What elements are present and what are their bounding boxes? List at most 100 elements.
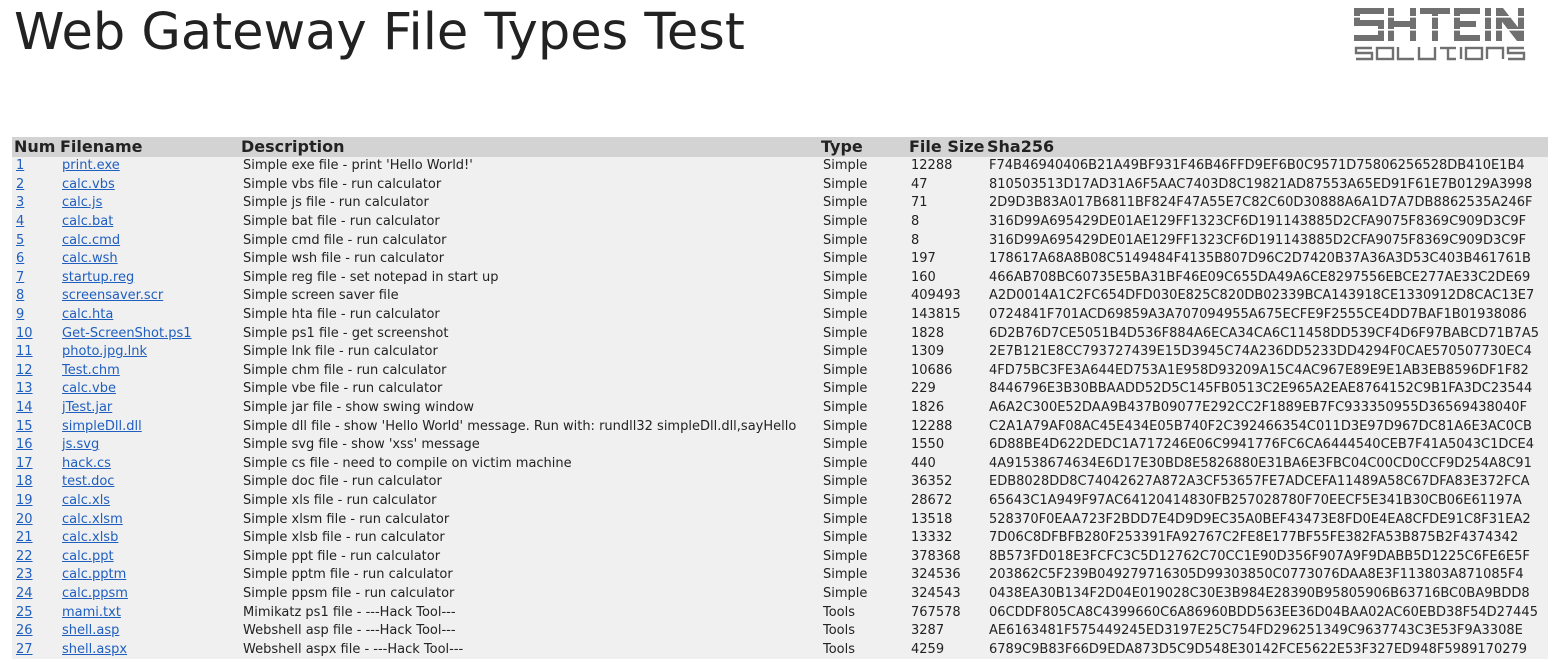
row-num-link[interactable]: 3 <box>16 195 24 210</box>
file-sha256: AE6163481F575449245ED3197E25C754FD296251… <box>989 623 1523 639</box>
table-row: 15 simpleDll.dll Simple dll file - show 'H… <box>12 417 1548 436</box>
table-row: 4 calc.bat Simple bat file - run calculato… <box>12 212 1548 232</box>
file-download-link[interactable]: startup.reg <box>62 270 134 285</box>
row-num-link[interactable]: 10 <box>16 326 33 341</box>
cell-num: 14 <box>12 399 58 418</box>
cell-description: Simple vbs file - run calculator <box>239 176 819 195</box>
file-sha256: EDB8028DD8C74042627A872A3CF53657FE7ADCEF… <box>989 474 1530 490</box>
file-download-link[interactable]: calc.vbs <box>62 177 115 192</box>
cell-sha: A6A2C300E52DAA9B437B09077E292CC2F1889EB7… <box>985 399 1548 418</box>
table-row: 17 hack.cs Simple cs file - need to compil… <box>12 454 1548 474</box>
file-download-link[interactable]: calc.cmd <box>62 233 120 248</box>
file-download-link[interactable]: calc.js <box>62 195 102 210</box>
cell-type: Simple <box>819 399 907 418</box>
file-size: 1828 <box>911 325 945 341</box>
cell-type: Simple <box>819 287 907 306</box>
row-num-link[interactable]: 8 <box>16 288 24 303</box>
file-download-link[interactable]: Test.chm <box>62 363 120 378</box>
cell-size: 229 <box>907 380 985 399</box>
row-num-link[interactable]: 7 <box>16 270 24 285</box>
column-header-type: Type <box>821 137 863 156</box>
file-type: Simple <box>823 214 868 230</box>
row-num-link[interactable]: 15 <box>16 419 33 434</box>
file-download-link[interactable]: jTest.jar <box>62 400 112 415</box>
row-num-link[interactable]: 26 <box>16 623 33 638</box>
file-type: Simple <box>823 381 868 397</box>
file-description: Simple xls file - run calculator <box>243 492 437 508</box>
file-download-link[interactable]: calc.xlsb <box>62 530 118 545</box>
cell-type: Simple <box>819 380 907 399</box>
file-download-link[interactable]: photo.jpg.lnk <box>62 344 147 359</box>
row-num-link[interactable]: 25 <box>16 605 33 620</box>
row-num-link[interactable]: 18 <box>16 474 33 489</box>
file-download-link[interactable]: test.doc <box>62 474 114 489</box>
row-num-link[interactable]: 23 <box>16 567 33 582</box>
file-download-link[interactable]: calc.pptm <box>62 567 126 582</box>
file-size: 229 <box>911 381 936 397</box>
file-download-link[interactable]: hack.cs <box>62 456 111 471</box>
row-num-link[interactable]: 1 <box>16 158 24 173</box>
cell-num: 15 <box>12 417 58 436</box>
shtein-logo-image <box>1352 8 1548 61</box>
row-num-link[interactable]: 17 <box>16 456 33 471</box>
row-num-link[interactable]: 16 <box>16 437 33 452</box>
cell-description: Simple doc file - run calculator <box>239 473 819 492</box>
file-size: 160 <box>911 269 936 285</box>
file-download-link[interactable]: Get-ScreenShot.ps1 <box>62 326 192 341</box>
row-num-link[interactable]: 21 <box>16 530 33 545</box>
file-type: Simple <box>823 362 868 378</box>
file-size: 8 <box>911 214 920 230</box>
row-num-link[interactable]: 9 <box>16 307 24 322</box>
cell-type: Simple <box>819 194 907 213</box>
file-download-link[interactable]: calc.wsh <box>62 251 118 266</box>
file-download-link[interactable]: screensaver.scr <box>62 288 163 303</box>
cell-description: Simple vbe file - run calculator <box>239 380 819 399</box>
row-num-link[interactable]: 27 <box>16 642 33 657</box>
cell-filename: photo.jpg.lnk <box>58 343 239 362</box>
row-num-link[interactable]: 12 <box>16 363 33 378</box>
row-num-link[interactable]: 4 <box>16 214 24 229</box>
table-row: 20 calc.xlsm Simple xlsm file - run calcul… <box>12 510 1548 529</box>
file-download-link[interactable]: mami.txt <box>62 605 121 620</box>
file-size: 324536 <box>911 567 961 583</box>
cell-type: Simple <box>819 213 907 232</box>
file-sha256: 2E7B121E8CC793727439E15D3945C74A236DD523… <box>989 344 1532 360</box>
row-num-link[interactable]: 20 <box>16 512 33 527</box>
file-download-link[interactable]: calc.hta <box>62 307 113 322</box>
row-num-link[interactable]: 19 <box>16 493 33 508</box>
row-num-link[interactable]: 5 <box>16 233 24 248</box>
file-size: 767578 <box>911 604 961 620</box>
cell-description: Mimikatz ps1 file - ---Hack Tool--- <box>239 603 819 622</box>
file-download-link[interactable]: js.svg <box>62 437 99 452</box>
row-num-link[interactable]: 2 <box>16 177 24 192</box>
row-num-link[interactable]: 11 <box>16 344 33 359</box>
cell-sha: 8446796E3B30BBAADD52D5C145FB0513C2E965A2… <box>985 380 1548 399</box>
cell-sha: 6D88BE4D622DEDC1A717246E06C9941776FC6CA6… <box>985 436 1548 455</box>
file-download-link[interactable]: calc.xls <box>62 493 110 508</box>
file-download-link[interactable]: calc.bat <box>62 214 113 229</box>
file-download-link[interactable]: calc.vbe <box>62 381 116 396</box>
file-download-link[interactable]: calc.ppsm <box>62 586 128 601</box>
file-type: Simple <box>823 325 868 341</box>
row-num-link[interactable]: 24 <box>16 586 33 601</box>
cell-num: 21 <box>12 529 58 548</box>
cell-size: 4259 <box>907 640 985 659</box>
file-download-link[interactable]: shell.aspx <box>62 642 127 657</box>
file-download-link[interactable]: calc.ppt <box>62 549 114 564</box>
cell-sha: 316D99A695429DE01AE129FF1323CF6D19114388… <box>985 231 1548 250</box>
table-row: 24 calc.ppsm Simple ppsm file - run calcul… <box>12 584 1548 604</box>
cell-type: Simple <box>819 473 907 492</box>
file-download-link[interactable]: print.exe <box>62 158 120 173</box>
file-description: Simple svg file - show 'xss' message <box>243 437 480 453</box>
row-num-link[interactable]: 6 <box>16 251 24 266</box>
file-download-link[interactable]: simpleDll.dll <box>62 419 142 434</box>
cell-sha: 06CDDF805CA8C4399660C6A86960BDD563EE36D0… <box>985 603 1548 622</box>
file-download-link[interactable]: calc.xlsm <box>62 512 123 527</box>
cell-description: Simple exe file - print 'Hello World!' <box>239 157 819 176</box>
cell-filename: screensaver.scr <box>58 287 239 306</box>
row-num-link[interactable]: 22 <box>16 549 33 564</box>
file-download-link[interactable]: shell.asp <box>62 623 119 638</box>
file-description: Simple bat file - run calculator <box>243 214 440 230</box>
row-num-link[interactable]: 14 <box>16 400 33 415</box>
row-num-link[interactable]: 13 <box>16 381 33 396</box>
